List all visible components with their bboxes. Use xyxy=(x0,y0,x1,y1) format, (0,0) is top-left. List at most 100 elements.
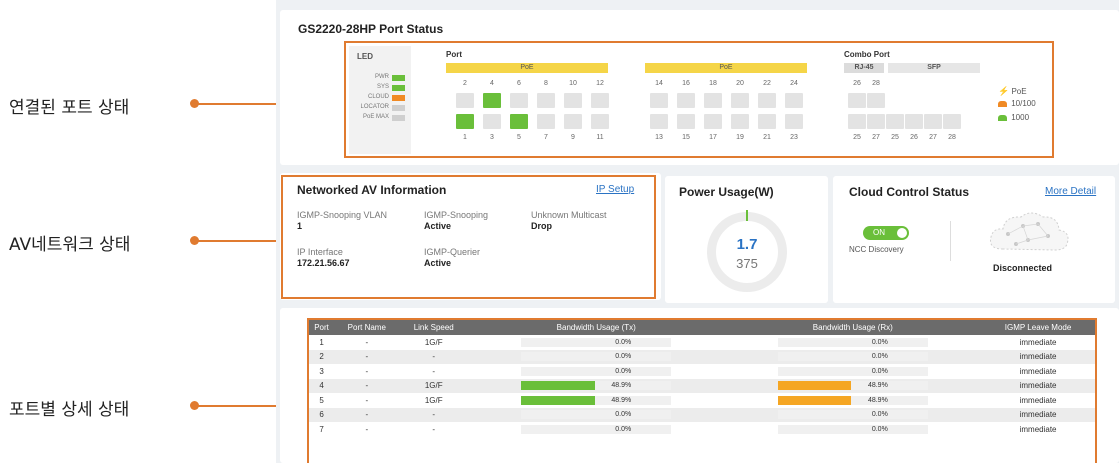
bandwidth-bar: 0.0% xyxy=(521,337,672,347)
port-27[interactable] xyxy=(924,114,942,129)
table-row[interactable]: 1 - 1G/F 0.0% 0.0% immediate xyxy=(309,335,1095,350)
port-2[interactable] xyxy=(456,93,474,108)
port-17[interactable] xyxy=(704,114,722,129)
annotation-av-network-label: AV네트워크 상태 xyxy=(9,235,131,255)
port-27[interactable] xyxy=(867,114,885,129)
port-number: 4 xyxy=(490,80,494,87)
led-label: SYS xyxy=(376,84,389,90)
link-speed-cell: 1G/F xyxy=(399,378,468,393)
column-header[interactable]: Port xyxy=(309,320,335,335)
port-11[interactable] xyxy=(591,114,609,129)
av-field-label: IGMP-Snooping VLAN xyxy=(297,210,388,220)
port-28[interactable] xyxy=(943,114,961,129)
power-usage-card: Power Usage(W) 1.7 375 xyxy=(665,176,828,303)
igmp-leave-mode-cell: immediate xyxy=(981,349,1095,364)
igmp-leave-mode-cell: immediate xyxy=(1019,395,1057,405)
port-4[interactable] xyxy=(483,93,501,108)
bandwidth-fill xyxy=(521,395,595,405)
table-row[interactable]: 3 - - 0.0% 0.0% immediate xyxy=(309,364,1095,379)
bandwidth-percent: 0.0% xyxy=(871,338,888,346)
table-row[interactable]: 7 - - 0.0% 0.0% immediate xyxy=(309,422,1095,437)
port-14[interactable] xyxy=(650,93,668,108)
more-detail-link[interactable]: More Detail xyxy=(1045,186,1096,197)
port-section-title: Port xyxy=(446,50,462,59)
port-number: 18 xyxy=(709,80,717,87)
table-header-row: Port Port Name Link Speed Bandwidth Usage (… xyxy=(309,320,1095,335)
ncc-toggle[interactable]: ON xyxy=(863,226,909,240)
bandwidth-bar: 48.9% xyxy=(777,395,928,405)
port-number: 7 xyxy=(544,134,548,141)
igmp-leave-mode-cell: immediate xyxy=(981,378,1095,393)
column-header[interactable]: IGMP Leave Mode xyxy=(981,320,1095,335)
led-indicator xyxy=(392,95,405,101)
port-20[interactable] xyxy=(731,93,749,108)
port-1[interactable] xyxy=(456,114,474,129)
tx-usage-cell: 48.9% xyxy=(468,393,725,408)
rx-usage-cell: 0.0% xyxy=(724,349,982,364)
bandwidth-fill xyxy=(777,395,852,405)
bandwidth-percent: 48.9% xyxy=(867,382,888,390)
cloud-network-icon xyxy=(990,212,1069,251)
annotation-port-detail-label: 포트별 상세 상태 xyxy=(9,400,130,420)
port-cell: 5 xyxy=(319,395,324,405)
port-12[interactable] xyxy=(591,93,609,108)
port-name-cell: - xyxy=(334,378,400,393)
port-21[interactable] xyxy=(758,114,776,129)
port-5[interactable] xyxy=(510,114,528,129)
port-25[interactable] xyxy=(886,114,904,129)
ncc-discovery-label: NCC Discovery xyxy=(849,245,904,254)
port-7[interactable] xyxy=(537,114,555,129)
port-24[interactable] xyxy=(785,93,803,108)
port-23[interactable] xyxy=(785,114,803,129)
link-speed-cell: 1G/F xyxy=(424,337,443,347)
port-9[interactable] xyxy=(564,114,582,129)
port-13[interactable] xyxy=(650,114,668,129)
ip-setup-link[interactable]: IP Setup xyxy=(596,184,634,195)
table-row[interactable]: 5 - 1G/F 48.9% 48.9% immediate xyxy=(309,393,1095,408)
port-number: 5 xyxy=(517,134,521,141)
port-16[interactable] xyxy=(677,93,695,108)
link-speed-cell: 1G/F xyxy=(424,395,443,405)
table-row[interactable]: 2- -0.0% 0.0% immediate xyxy=(309,349,1095,364)
port-26[interactable] xyxy=(848,93,866,108)
igmp-leave-mode-cell: immediate xyxy=(1019,424,1057,434)
column-header[interactable]: Link Speed xyxy=(399,320,468,335)
column-header[interactable]: Bandwidth Usage (Tx) xyxy=(467,320,725,335)
tx-usage-cell: 48.9% xyxy=(467,378,725,393)
table-row[interactable]: 6- -0.0% 0.0% immediate xyxy=(309,407,1095,422)
port-28[interactable] xyxy=(867,93,885,108)
bandwidth-bar: 48.9% xyxy=(521,381,672,391)
port-cell: 1 xyxy=(319,337,324,347)
port-6[interactable] xyxy=(510,93,528,108)
port-number: 21 xyxy=(763,134,771,141)
port-number: 27 xyxy=(872,134,880,141)
port-15[interactable] xyxy=(677,114,695,129)
port-19[interactable] xyxy=(731,114,749,129)
port-8[interactable] xyxy=(537,93,555,108)
port-icon xyxy=(998,100,1007,107)
bandwidth-percent: 0.0% xyxy=(871,425,888,433)
port-number: 17 xyxy=(709,134,717,141)
port-26[interactable] xyxy=(905,114,923,129)
port-10[interactable] xyxy=(564,93,582,108)
port-number: 28 xyxy=(948,134,956,141)
bandwidth-bar: 0.0% xyxy=(521,410,672,420)
rx-usage-cell: 48.9% xyxy=(725,393,982,408)
column-header[interactable]: Port Name xyxy=(334,320,400,335)
igmp-leave-mode-cell: immediate xyxy=(1019,337,1057,347)
port-18[interactable] xyxy=(704,93,722,108)
port-3[interactable] xyxy=(483,114,501,129)
link-speed-cell: - xyxy=(399,407,468,422)
led-row: LOCATOR xyxy=(351,104,409,113)
av-field-value: 1 xyxy=(297,221,303,231)
port-number: 16 xyxy=(682,80,690,87)
column-header[interactable]: Bandwidth Usage (Rx) xyxy=(724,320,982,335)
port-name-cell: - xyxy=(334,407,400,422)
av-info-title: Networked AV Information xyxy=(297,183,447,197)
port-icon xyxy=(998,114,1007,121)
bandwidth-percent: 48.9% xyxy=(611,396,632,404)
port-number: 24 xyxy=(790,80,798,87)
port-25[interactable] xyxy=(848,114,866,129)
table-row[interactable]: 4-1G/F 48.9% 48.9% immediate xyxy=(309,378,1095,393)
port-22[interactable] xyxy=(758,93,776,108)
